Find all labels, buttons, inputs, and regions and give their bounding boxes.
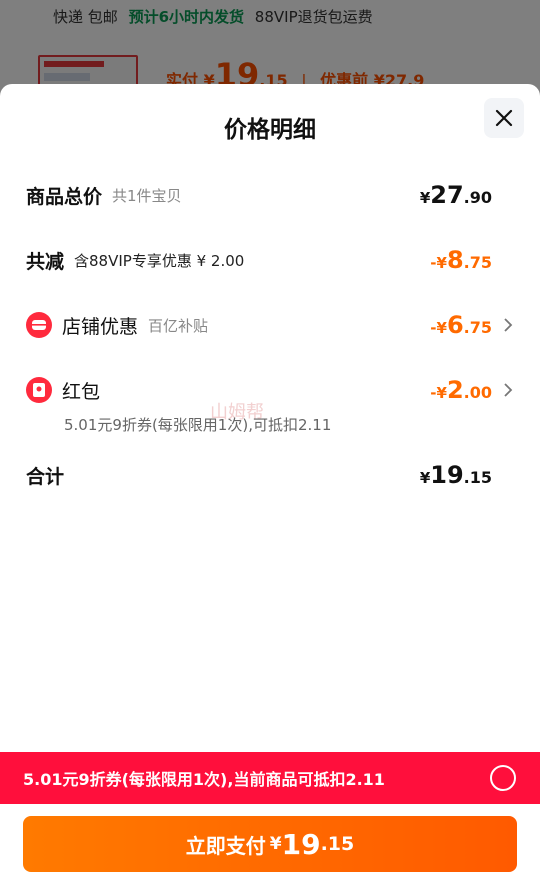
shop-amount: -¥ 6.75 bbox=[430, 311, 492, 339]
shop-label: 店铺优惠 bbox=[62, 315, 139, 338]
pay-int: 19 bbox=[281, 827, 321, 861]
redpacket-note: 5.01元9折券(每张限用1次),可抵扣2.11 bbox=[64, 416, 332, 434]
redpacket-label: 红包 bbox=[62, 380, 101, 403]
pay-now-button[interactable]: 立即支付 ¥ 19 .15 bbox=[23, 816, 517, 872]
coupon-radio[interactable] bbox=[490, 765, 516, 791]
row-total-reduce: 共减 含88VIP专享优惠 ¥ 2.00 -¥ 8.75 bbox=[26, 242, 514, 278]
reduce-label: 共减 bbox=[26, 250, 65, 273]
chevron-right-icon bbox=[504, 318, 513, 332]
close-button[interactable] bbox=[484, 98, 524, 138]
row-red-packet[interactable]: 红包 -¥ 2.00 bbox=[26, 372, 514, 408]
total-sub: 共1件宝贝 bbox=[112, 186, 182, 205]
reduce-amount: -¥ 8.75 bbox=[430, 246, 492, 274]
total-amount: ¥27.90 bbox=[419, 181, 492, 209]
redpacket-amount: -¥ 2.00 bbox=[430, 376, 492, 404]
price-detail-sheet: 价格明细 商品总价 共1件宝贝 ¥27.90 共减 含88VIP专享优惠 ¥ 2… bbox=[0, 84, 540, 895]
chevron-right-icon bbox=[504, 383, 513, 397]
shop-sub: 百亿补贴 bbox=[148, 316, 209, 335]
reduce-sub: 含88VIP专享优惠 ¥ 2.00 bbox=[74, 251, 245, 270]
row-total-price: 商品总价 共1件宝贝 ¥27.90 bbox=[26, 177, 514, 213]
sum-amount: ¥19.15 bbox=[419, 461, 492, 489]
pay-label: 立即支付 bbox=[185, 833, 266, 858]
red-envelope-icon bbox=[26, 377, 52, 403]
coupon-text: 5.01元9折券(每张限用1次),当前商品可抵扣2.11 bbox=[23, 770, 385, 789]
sum-label: 合计 bbox=[26, 465, 65, 488]
coupon-bar[interactable]: 5.01元9折券(每张限用1次),当前商品可抵扣2.11 bbox=[0, 752, 540, 804]
row-sum: 合计 ¥19.15 bbox=[26, 457, 514, 493]
pay-dec: .15 bbox=[320, 833, 355, 855]
pay-sign: ¥ bbox=[269, 834, 282, 854]
sheet-title: 价格明细 bbox=[224, 117, 316, 143]
row-shop-discount[interactable]: 店铺优惠 百亿补贴 -¥ 6.75 bbox=[26, 307, 514, 343]
total-label: 商品总价 bbox=[26, 185, 103, 208]
close-icon bbox=[495, 109, 513, 127]
store-coupon-icon bbox=[26, 312, 52, 338]
